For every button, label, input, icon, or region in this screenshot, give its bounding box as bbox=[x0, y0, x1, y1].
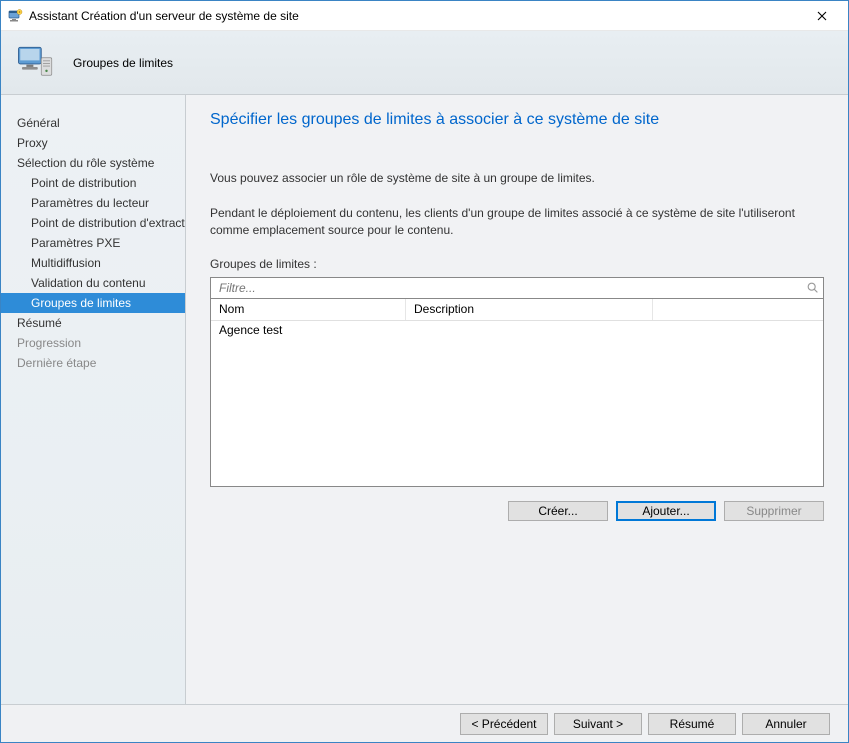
search-icon[interactable] bbox=[803, 281, 823, 295]
nav-item-content-validation[interactable]: Validation du contenu bbox=[1, 273, 185, 293]
nav-item-drive-settings[interactable]: Paramètres du lecteur bbox=[1, 193, 185, 213]
nav-item-completion[interactable]: Dernière étape bbox=[1, 353, 185, 373]
nav-item-pxe[interactable]: Paramètres PXE bbox=[1, 233, 185, 253]
nav-item-summary[interactable]: Résumé bbox=[1, 313, 185, 333]
description-2: Pendant le déploiement du contenu, les c… bbox=[210, 205, 824, 239]
nav-item-role-selection[interactable]: Sélection du rôle système bbox=[1, 153, 185, 173]
cancel-button[interactable]: Annuler bbox=[742, 713, 830, 735]
nav-item-progression[interactable]: Progression bbox=[1, 333, 185, 353]
column-spacer bbox=[653, 299, 823, 320]
column-description[interactable]: Description bbox=[406, 299, 653, 320]
content-panel: Spécifier les groupes de limites à assoc… bbox=[186, 95, 848, 704]
nav-item-boundary-groups[interactable]: Groupes de limites bbox=[1, 293, 185, 313]
table-row[interactable]: Agence test bbox=[211, 321, 823, 341]
column-name[interactable]: Nom bbox=[211, 299, 406, 320]
close-button[interactable] bbox=[802, 2, 842, 30]
nav-item-proxy[interactable]: Proxy bbox=[1, 133, 185, 153]
row-name: Agence test bbox=[211, 321, 406, 341]
spacer bbox=[210, 521, 824, 692]
add-button[interactable]: Ajouter... bbox=[616, 501, 716, 521]
wizard-footer: < Précédent Suivant > Résumé Annuler bbox=[1, 704, 848, 742]
nav-item-multicast[interactable]: Multidiffusion bbox=[1, 253, 185, 273]
next-button[interactable]: Suivant > bbox=[554, 713, 642, 735]
filter-box bbox=[210, 277, 824, 299]
list-label: Groupes de limites : bbox=[210, 257, 824, 271]
computer-icon bbox=[15, 42, 57, 84]
grid-body: Agence test bbox=[211, 321, 823, 341]
main-area: Général Proxy Sélection du rôle système … bbox=[1, 95, 848, 704]
create-button[interactable]: Créer... bbox=[508, 501, 608, 521]
filter-input[interactable] bbox=[211, 278, 803, 298]
nav-item-pull-dp[interactable]: Point de distribution d'extraction bbox=[1, 213, 185, 233]
header-band: Groupes de limites bbox=[1, 31, 848, 95]
boundary-groups-list[interactable]: Nom Description Agence test bbox=[210, 299, 824, 487]
description-1: Vous pouvez associer un rôle de système … bbox=[210, 171, 824, 185]
header-page-label: Groupes de limites bbox=[73, 56, 173, 70]
remove-button: Supprimer bbox=[724, 501, 824, 521]
app-icon bbox=[7, 8, 23, 24]
titlebar: Assistant Création d'un serveur de systè… bbox=[1, 1, 848, 31]
row-description bbox=[406, 321, 823, 341]
nav-item-distribution-point[interactable]: Point de distribution bbox=[1, 173, 185, 193]
grid-buttons: Créer... Ajouter... Supprimer bbox=[210, 501, 824, 521]
grid-header: Nom Description bbox=[211, 299, 823, 321]
previous-button[interactable]: < Précédent bbox=[460, 713, 548, 735]
page-title: Spécifier les groupes de limites à assoc… bbox=[210, 111, 824, 129]
window-title: Assistant Création d'un serveur de systè… bbox=[29, 9, 802, 23]
sidebar: Général Proxy Sélection du rôle système … bbox=[1, 95, 186, 704]
nav-item-general[interactable]: Général bbox=[1, 113, 185, 133]
summary-button[interactable]: Résumé bbox=[648, 713, 736, 735]
